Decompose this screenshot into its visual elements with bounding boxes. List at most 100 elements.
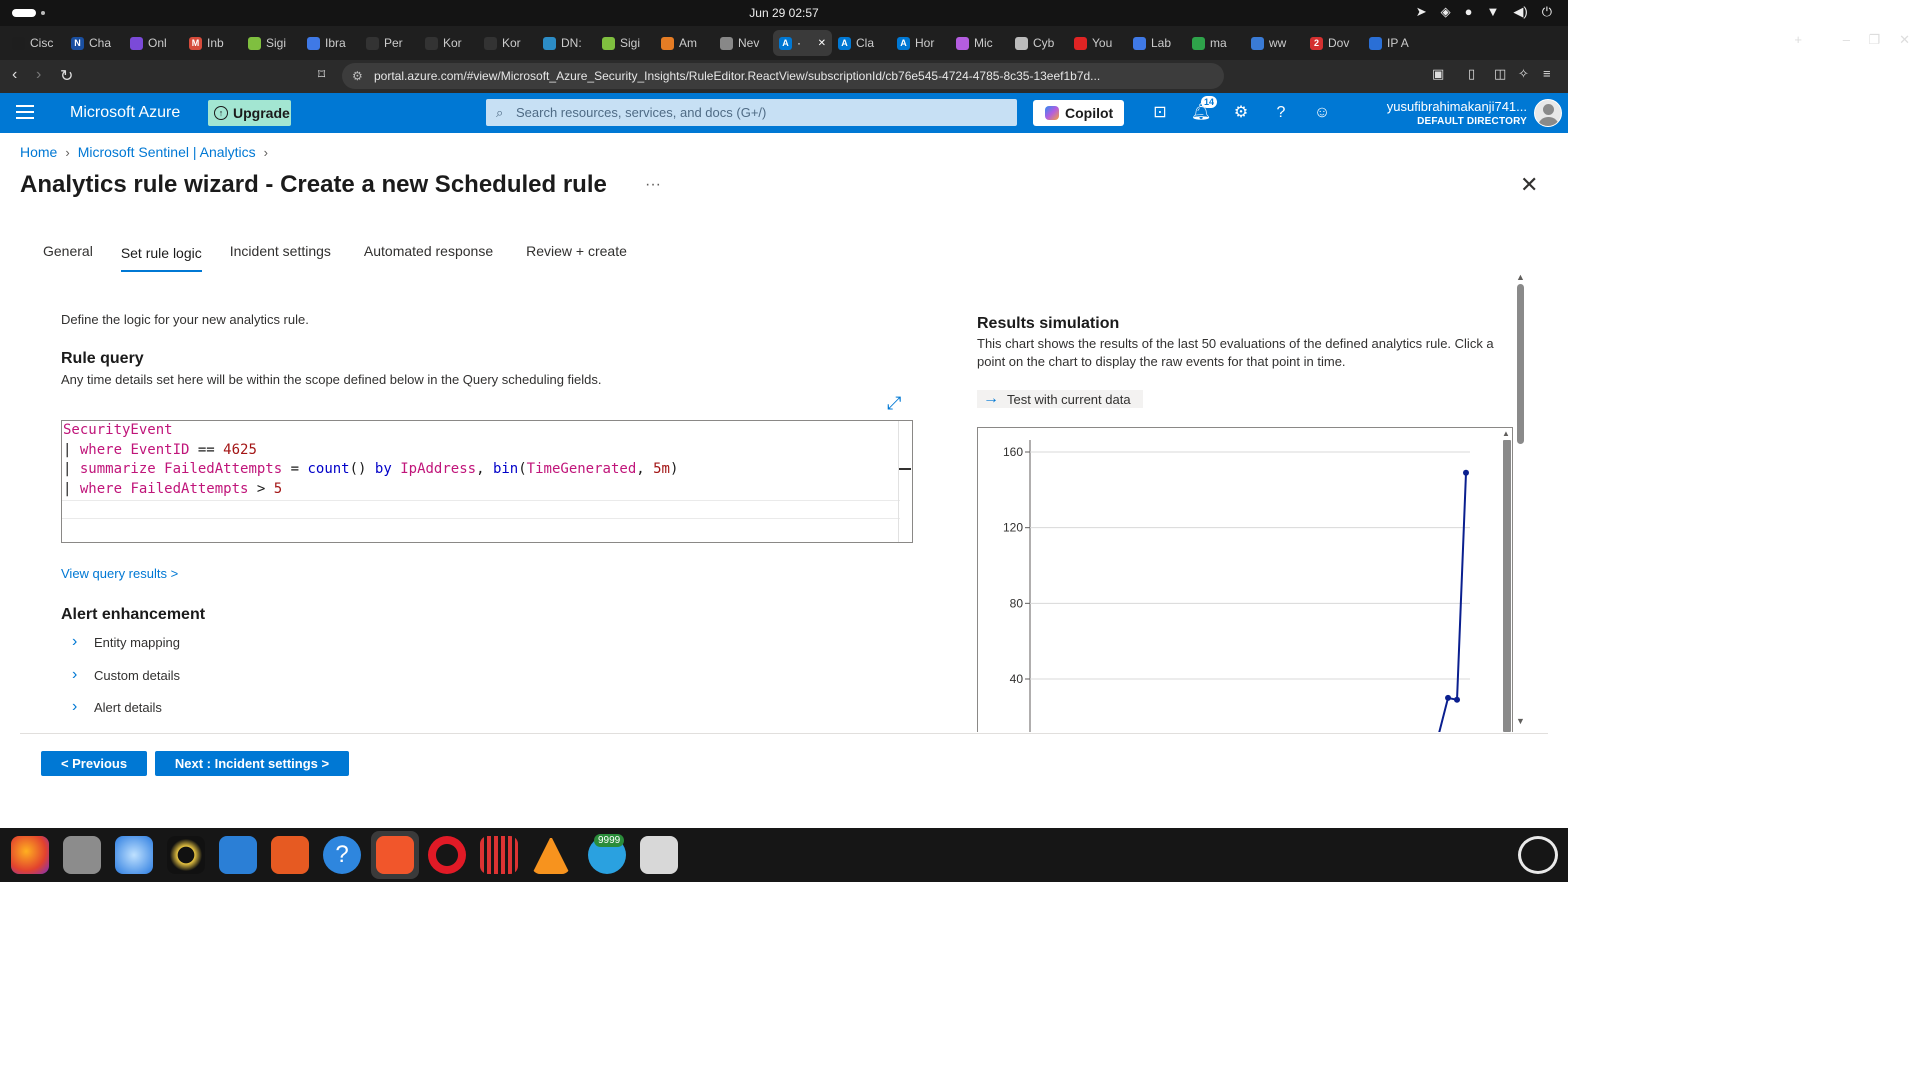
account-menu[interactable]: yusufibrahimakanji741... DEFAULT DIRECTO… xyxy=(1387,99,1527,127)
show-apps-icon[interactable] xyxy=(1518,836,1558,874)
browser-tab[interactable]: Am xyxy=(655,30,714,56)
help-icon[interactable]: ? xyxy=(1270,102,1292,124)
browser-tab[interactable]: Kor xyxy=(419,30,478,56)
test-with-current-data-button[interactable]: → Test with current data xyxy=(977,390,1143,408)
browser-tab[interactable]: Cyb xyxy=(1009,30,1068,56)
browser-tab[interactable]: A · ✕ xyxy=(773,30,832,56)
app-center-icon[interactable] xyxy=(271,836,309,874)
page-scrollbar[interactable]: ▲ ▼ xyxy=(1514,272,1526,732)
vpn-tray-icon[interactable]: ● xyxy=(1465,4,1473,20)
tab-general[interactable]: General xyxy=(43,243,93,267)
browser-tab[interactable]: A Cla xyxy=(832,30,891,56)
app-grid-icon[interactable] xyxy=(480,836,518,874)
wifi-icon[interactable]: ▼ xyxy=(1487,4,1500,20)
upgrade-button[interactable]: ↑ Upgrade xyxy=(208,100,291,126)
browser-tab[interactable]: Sigi xyxy=(596,30,655,56)
system-tray[interactable]: ➤ ◈ ● ▼ ◀) ⏻ xyxy=(1416,4,1552,20)
power-icon[interactable]: ⏻ xyxy=(1542,4,1552,20)
volume-icon[interactable]: ◀) xyxy=(1513,4,1527,20)
telegram-tray-icon[interactable]: ➤ xyxy=(1416,4,1427,20)
close-tab-icon[interactable]: ✕ xyxy=(818,38,826,49)
forward-icon[interactable]: › xyxy=(36,66,41,84)
tab-incident-settings[interactable]: Incident settings xyxy=(230,243,331,267)
browser-tab[interactable]: DN: xyxy=(537,30,596,56)
tab-automated-response[interactable]: Automated response xyxy=(364,243,493,267)
feedback-icon[interactable]: ☺ xyxy=(1311,102,1333,124)
view-query-results-link[interactable]: View query results > xyxy=(61,566,178,581)
browser-tab[interactable]: Ibra xyxy=(301,30,360,56)
previous-button[interactable]: < Previous xyxy=(41,751,147,776)
close-icon[interactable]: ✕ xyxy=(1520,172,1538,198)
extensions-icon[interactable]: ✧ xyxy=(1518,66,1529,82)
sidebar-icon[interactable]: ▯ xyxy=(1468,66,1475,82)
browser-tab[interactable]: ma xyxy=(1186,30,1245,56)
page-scroll-up-icon[interactable]: ▲ xyxy=(1516,272,1525,282)
minimize-button[interactable]: – xyxy=(1843,32,1850,47)
data-point[interactable] xyxy=(1445,694,1452,701)
thunderbird-icon[interactable] xyxy=(115,836,153,874)
cloud-shell-icon[interactable]: ⊡ xyxy=(1149,102,1171,124)
browser-tab[interactable]: A Hor xyxy=(891,30,950,56)
vlc-icon[interactable] xyxy=(532,836,570,874)
bookmark-icon[interactable]: ⌑ xyxy=(318,66,325,83)
breadcrumb-home[interactable]: Home xyxy=(20,144,57,160)
portal-menu-icon[interactable] xyxy=(16,105,34,123)
screenshot-icon[interactable]: ▣ xyxy=(1432,66,1444,82)
firefox-icon[interactable] xyxy=(11,836,49,874)
tab-review-create[interactable]: Review + create xyxy=(526,243,627,267)
azure-brand[interactable]: Microsoft Azure xyxy=(70,104,180,122)
custom-details-expander[interactable]: › Custom details xyxy=(72,666,180,684)
entity-mapping-expander[interactable]: › Entity mapping xyxy=(72,633,180,651)
browser-tab[interactable]: You xyxy=(1068,30,1127,56)
trash-icon[interactable] xyxy=(640,836,678,874)
browser-tab[interactable]: Kor xyxy=(478,30,537,56)
reload-icon[interactable]: ↻ xyxy=(60,66,73,86)
breadcrumb-sentinel-analytics[interactable]: Microsoft Sentinel | Analytics xyxy=(78,144,256,160)
browser-tab[interactable]: Cisc xyxy=(6,30,65,56)
address-bar[interactable]: ⚙ portal.azure.com/#view/Microsoft_Azure… xyxy=(342,63,1224,89)
back-icon[interactable]: ‹ xyxy=(12,66,17,84)
avatar[interactable] xyxy=(1534,99,1562,127)
browser-tab[interactable]: ww xyxy=(1245,30,1304,56)
copilot-button[interactable]: Copilot xyxy=(1033,100,1124,126)
browser-tab[interactable]: Per xyxy=(360,30,419,56)
files-icon[interactable] xyxy=(63,836,101,874)
browser-tab[interactable]: M Inb xyxy=(183,30,242,56)
page-scroll-down-icon[interactable]: ▼ xyxy=(1516,716,1525,726)
page-scroll-thumb[interactable] xyxy=(1517,284,1524,444)
results-chart[interactable]: 40 80 120 160 xyxy=(977,427,1513,732)
settings-gear-icon[interactable]: ⚙ xyxy=(1230,102,1252,124)
chart-scroll-thumb[interactable] xyxy=(1503,440,1511,732)
help-app-icon[interactable]: ? xyxy=(323,836,361,874)
maximize-button[interactable]: ❐ xyxy=(1868,32,1880,48)
new-tab-button[interactable]: + xyxy=(1794,32,1802,47)
chart-scroll-up-icon[interactable]: ▲ xyxy=(1502,429,1510,438)
browser-tab[interactable]: Mic xyxy=(950,30,1009,56)
menu-icon[interactable]: ≡ xyxy=(1543,66,1551,81)
rhythmbox-icon[interactable] xyxy=(167,836,205,874)
os-clock[interactable]: Jun 29 02:57 xyxy=(0,6,1568,20)
browser-tab[interactable]: Nev xyxy=(714,30,773,56)
app-tray-icon[interactable]: ◈ xyxy=(1441,4,1451,20)
global-search-input[interactable]: ⌕ Search resources, services, and docs (… xyxy=(486,99,1017,126)
browser-tab[interactable]: Sigi xyxy=(242,30,301,56)
browser-tab[interactable]: N Cha xyxy=(65,30,124,56)
chart-scrollbar[interactable]: ▲ xyxy=(1502,429,1512,732)
data-point[interactable] xyxy=(1463,469,1469,476)
next-incident-settings-button[interactable]: Next : Incident settings > xyxy=(155,751,349,776)
browser-tab[interactable]: Lab xyxy=(1127,30,1186,56)
expand-editor-icon[interactable]: ⤢ xyxy=(887,393,901,414)
wallet-icon[interactable]: ◫ xyxy=(1494,66,1506,82)
browser-tab[interactable]: 2 Dov xyxy=(1304,30,1363,56)
browser-tab[interactable]: IP A xyxy=(1363,30,1422,56)
brave-dock-slot[interactable] xyxy=(371,831,419,879)
tab-set-rule-logic[interactable]: Set rule logic xyxy=(120,245,202,272)
query-editor[interactable]: SecurityEvent | where EventID == 4625 | … xyxy=(61,420,913,543)
site-info-icon[interactable]: ⚙ xyxy=(352,63,363,89)
opera-icon[interactable] xyxy=(428,836,466,874)
writer-icon[interactable] xyxy=(219,836,257,874)
results-chart-svg[interactable]: 40 80 120 160 xyxy=(978,428,1513,732)
alert-details-expander[interactable]: › Alert details xyxy=(72,698,162,716)
data-point[interactable] xyxy=(1454,696,1461,703)
close-window-button[interactable]: ✕ xyxy=(1899,32,1910,48)
